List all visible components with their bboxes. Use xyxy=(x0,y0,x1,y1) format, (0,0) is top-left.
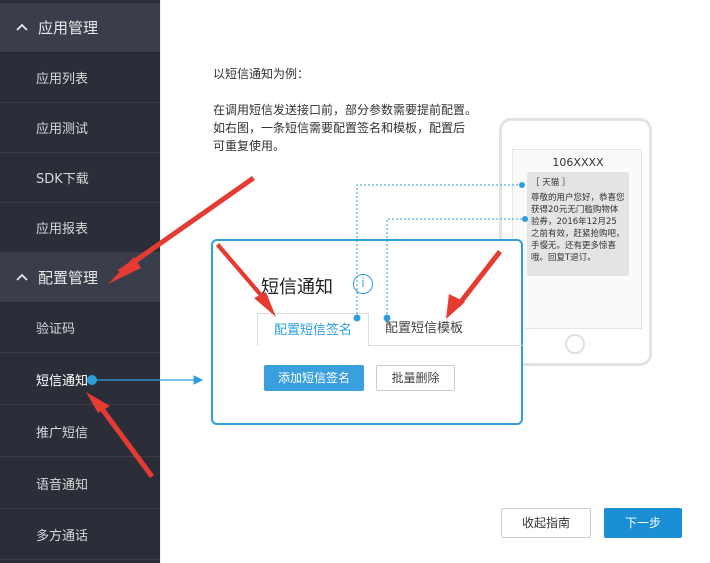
chevron-up-icon xyxy=(16,271,30,285)
sidebar-item-voice-notification[interactable]: 语音通知 xyxy=(0,459,160,509)
section-header-app-management[interactable]: 应用管理 xyxy=(0,3,160,53)
tab-divider xyxy=(369,345,523,346)
sidebar-item-app-test[interactable]: 应用测试 xyxy=(0,103,160,153)
batch-delete-button[interactable]: 批量删除 xyxy=(376,365,455,391)
sidebar-item-label: SDK下载 xyxy=(36,172,89,187)
add-signature-button[interactable]: 添加短信签名 xyxy=(264,365,364,391)
collapse-guide-button[interactable]: 收起指南 xyxy=(501,508,591,538)
sidebar-item-verification-code[interactable]: 验证码 xyxy=(0,303,160,353)
sidebar-item-label: 验证码 xyxy=(36,322,76,337)
sms-bubble: ［ 天猫 ］ 尊敬的用户您好，恭喜您获得20元无门槛购物体验券，2016年12月… xyxy=(527,172,629,276)
section-title: 应用管理 xyxy=(38,19,99,37)
sidebar-item-label: 语音通知 xyxy=(36,478,89,493)
tab-configure-signature[interactable]: 配置短信签名 xyxy=(257,313,369,346)
sms-demo-card: 短信通知 i 配置短信签名 配置短信模板 添加短信签名 批量删除 xyxy=(211,239,523,425)
guide-intro-line: 如右图，一条短信需要配置签名和模板，配置后 xyxy=(213,121,466,135)
phone-home-button xyxy=(565,334,585,354)
sidebar-item-multi-party-call[interactable]: 多方通话 xyxy=(0,510,160,560)
sidebar-item-label: 应用报表 xyxy=(36,222,89,237)
guide-intro-line: 在调用短信发送接口前，部分参数需要提前配置。 xyxy=(213,103,478,117)
section-title: 配置管理 xyxy=(38,269,99,287)
info-icon: i xyxy=(353,274,373,294)
sidebar-item-app-report[interactable]: 应用报表 xyxy=(0,203,160,253)
sidebar-item-label: 多方通话 xyxy=(36,529,89,544)
chevron-up-icon xyxy=(16,21,30,35)
sms-message: 尊敬的用户您好，恭喜您获得20元无门槛购物体验券，2016年12月25之前有效，… xyxy=(531,193,625,263)
sidebar-item-label: 短信通知 xyxy=(36,374,89,389)
sidebar-item-sms-notification[interactable]: 短信通知 xyxy=(0,355,160,405)
next-step-button[interactable]: 下一步 xyxy=(604,508,682,538)
card-title: 短信通知 xyxy=(261,277,333,298)
section-header-config-management[interactable]: 配置管理 xyxy=(0,253,160,303)
sidebar-item-label: 推广短信 xyxy=(36,426,89,441)
sidebar-item-sdk-download[interactable]: SDK下载 xyxy=(0,153,160,203)
phone-screen: 106XXXX ［ 天猫 ］ 尊敬的用户您好，恭喜您获得20元无门槛购物体验券，… xyxy=(512,149,642,329)
sidebar-item-app-list[interactable]: 应用列表 xyxy=(0,53,160,103)
sms-sender: 106XXXX xyxy=(552,156,604,169)
sms-signature: ［ 天猫 ］ xyxy=(531,178,571,188)
guide-intro-line: 可重复使用。 xyxy=(213,139,286,153)
sidebar-item-label: 应用列表 xyxy=(36,72,89,87)
sidebar-item-promo-sms[interactable]: 推广短信 xyxy=(0,407,160,457)
sidebar-item-label: 应用测试 xyxy=(36,122,89,137)
guide-intro-title: 以短信通知为例： xyxy=(213,67,310,81)
tab-configure-template[interactable]: 配置短信模板 xyxy=(385,313,475,345)
sidebar: 应用管理 应用列表 应用测试 SDK下载 应用报表 配置管理 验证码 短信通知 … xyxy=(0,0,160,563)
